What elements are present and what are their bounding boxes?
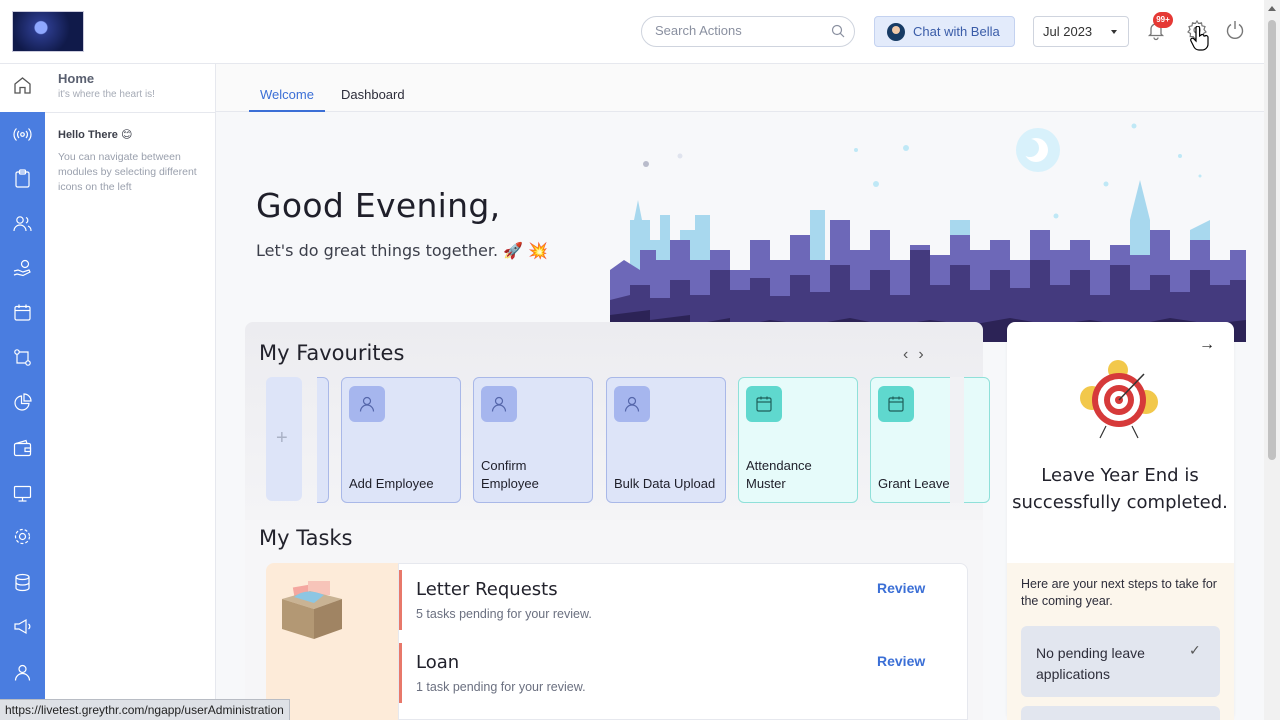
- favourite-add-employee[interactable]: Add Employee: [341, 377, 461, 503]
- megaphone-icon[interactable]: [12, 616, 33, 637]
- active-tab-indicator: [249, 110, 325, 112]
- chat-label: Chat with Bella: [913, 24, 1000, 39]
- task-accent-bar: [399, 643, 402, 703]
- task-row: Letter Requests 5 tasks pending for your…: [399, 564, 967, 630]
- broadcast-icon[interactable]: [12, 124, 33, 145]
- person-icon: [481, 386, 517, 422]
- favourites-fade: [950, 377, 964, 503]
- favourite-tile-partial[interactable]: [317, 377, 329, 503]
- task-subtitle: 5 tasks pending for your review.: [416, 607, 592, 621]
- task-title: Loan: [416, 652, 460, 673]
- period-select[interactable]: Jul 2023: [1033, 16, 1129, 47]
- task-subtitle: 1 task pending for your review.: [416, 680, 586, 694]
- task-accent-bar: [399, 570, 402, 630]
- next-step-label: No pending leave applications: [1036, 645, 1145, 682]
- favourites-title: My Favourites: [259, 341, 405, 365]
- favourite-label: Add Employee: [349, 476, 434, 491]
- route-icon[interactable]: [12, 347, 33, 368]
- monitor-icon[interactable]: [12, 483, 33, 504]
- check-icon: ✓: [1189, 642, 1201, 658]
- favourites-nav: ‹ ›: [903, 346, 934, 364]
- greeting-subtitle: Let's do great things together. 🚀 💥: [256, 241, 549, 260]
- calendar-icon: [746, 386, 782, 422]
- review-link[interactable]: Review: [877, 580, 925, 596]
- person-icon: [349, 386, 385, 422]
- review-link[interactable]: Review: [877, 653, 925, 669]
- plus-icon: +: [276, 427, 288, 449]
- home-icon[interactable]: [12, 75, 33, 96]
- module-panel: Home it's where the heart is! Hello Ther…: [45, 64, 216, 720]
- arrow-right-icon[interactable]: →: [1199, 336, 1215, 354]
- cog-icon[interactable]: [12, 526, 33, 547]
- add-favourite-button[interactable]: +: [266, 377, 302, 501]
- rail-home[interactable]: [0, 64, 45, 112]
- favourite-label: Bulk Data Upload: [614, 476, 716, 491]
- leave-year-end-title: Leave Year End is successfully completed…: [1012, 465, 1228, 513]
- favourite-bulk-data-upload[interactable]: Bulk Data Upload: [606, 377, 726, 503]
- chevron-right-icon[interactable]: ›: [918, 346, 923, 363]
- panel-divider: [45, 112, 215, 113]
- city-skyline-illustration: [610, 123, 1246, 342]
- pie-chart-icon[interactable]: [12, 392, 33, 413]
- hand-coin-icon[interactable]: [12, 258, 33, 279]
- power-icon[interactable]: [1224, 19, 1246, 41]
- chat-with-bella-button[interactable]: Chat with Bella: [874, 16, 1015, 47]
- bella-avatar: [887, 22, 905, 41]
- notification-badge: 99+: [1153, 12, 1173, 28]
- next-step-item[interactable]: [1021, 706, 1220, 720]
- person-icon: [614, 386, 650, 422]
- top-bar: Chat with Bella Jul 2023 99+: [0, 0, 1264, 64]
- wallet-icon[interactable]: [12, 438, 33, 459]
- database-icon[interactable]: [12, 572, 33, 593]
- favourite-label: Confirm Employee: [481, 458, 539, 491]
- person-icon[interactable]: [12, 662, 33, 683]
- users-icon[interactable]: [12, 213, 33, 234]
- scroll-up-icon[interactable]: [1268, 6, 1276, 11]
- tasks-box-illustration: [266, 563, 398, 720]
- open-box-illustration: [282, 581, 342, 639]
- greeting-title: Good Evening,: [256, 186, 501, 225]
- tab-dashboard[interactable]: Dashboard: [341, 87, 405, 102]
- panel-home-title[interactable]: Home: [58, 71, 94, 86]
- status-bar-url: https://livetest.greythr.com/ngapp/userA…: [0, 699, 290, 720]
- next-steps-text: Here are your next steps to take for the…: [1021, 577, 1217, 608]
- calendar-icon[interactable]: [12, 302, 33, 323]
- task-row: Loan 1 task pending for your review. Rev…: [399, 637, 967, 703]
- favourite-attendance-muster[interactable]: Attendance Muster: [738, 377, 858, 503]
- panel-hello-title: Hello There 😊: [58, 129, 133, 141]
- chevron-down-icon: [1111, 30, 1117, 34]
- period-value: Jul 2023: [1043, 24, 1093, 39]
- calendar-icon: [878, 386, 914, 422]
- task-title: Letter Requests: [416, 579, 558, 600]
- hand-cursor-icon: [1190, 26, 1209, 51]
- page-scrollbar[interactable]: [1264, 0, 1280, 720]
- next-step-item[interactable]: No pending leave applications ✓: [1021, 626, 1220, 697]
- favourite-label: Attendance Muster: [746, 458, 812, 491]
- panel-hello-text: You can navigate between modules by sele…: [58, 151, 197, 193]
- search-box[interactable]: [641, 16, 855, 47]
- task-list: Letter Requests 5 tasks pending for your…: [398, 563, 968, 720]
- panel-home-subtitle: it's where the heart is!: [58, 89, 155, 100]
- tab-welcome[interactable]: Welcome: [260, 87, 314, 102]
- target-illustration: [1080, 360, 1158, 439]
- module-rail: [0, 112, 45, 720]
- clipboard-icon[interactable]: [12, 168, 33, 189]
- tab-bar: Welcome Dashboard: [216, 64, 1264, 112]
- favourite-confirm-employee[interactable]: Confirm Employee: [473, 377, 593, 503]
- favourite-label: Grant Leave: [878, 476, 950, 491]
- chevron-left-icon[interactable]: ‹: [903, 346, 908, 363]
- search-input[interactable]: [655, 23, 825, 38]
- scrollbar-thumb[interactable]: [1268, 20, 1276, 460]
- tasks-title: My Tasks: [259, 526, 353, 550]
- search-icon[interactable]: [831, 24, 845, 38]
- favourite-grant-leave[interactable]: Grant Leave: [870, 377, 990, 503]
- company-logo[interactable]: [12, 11, 84, 52]
